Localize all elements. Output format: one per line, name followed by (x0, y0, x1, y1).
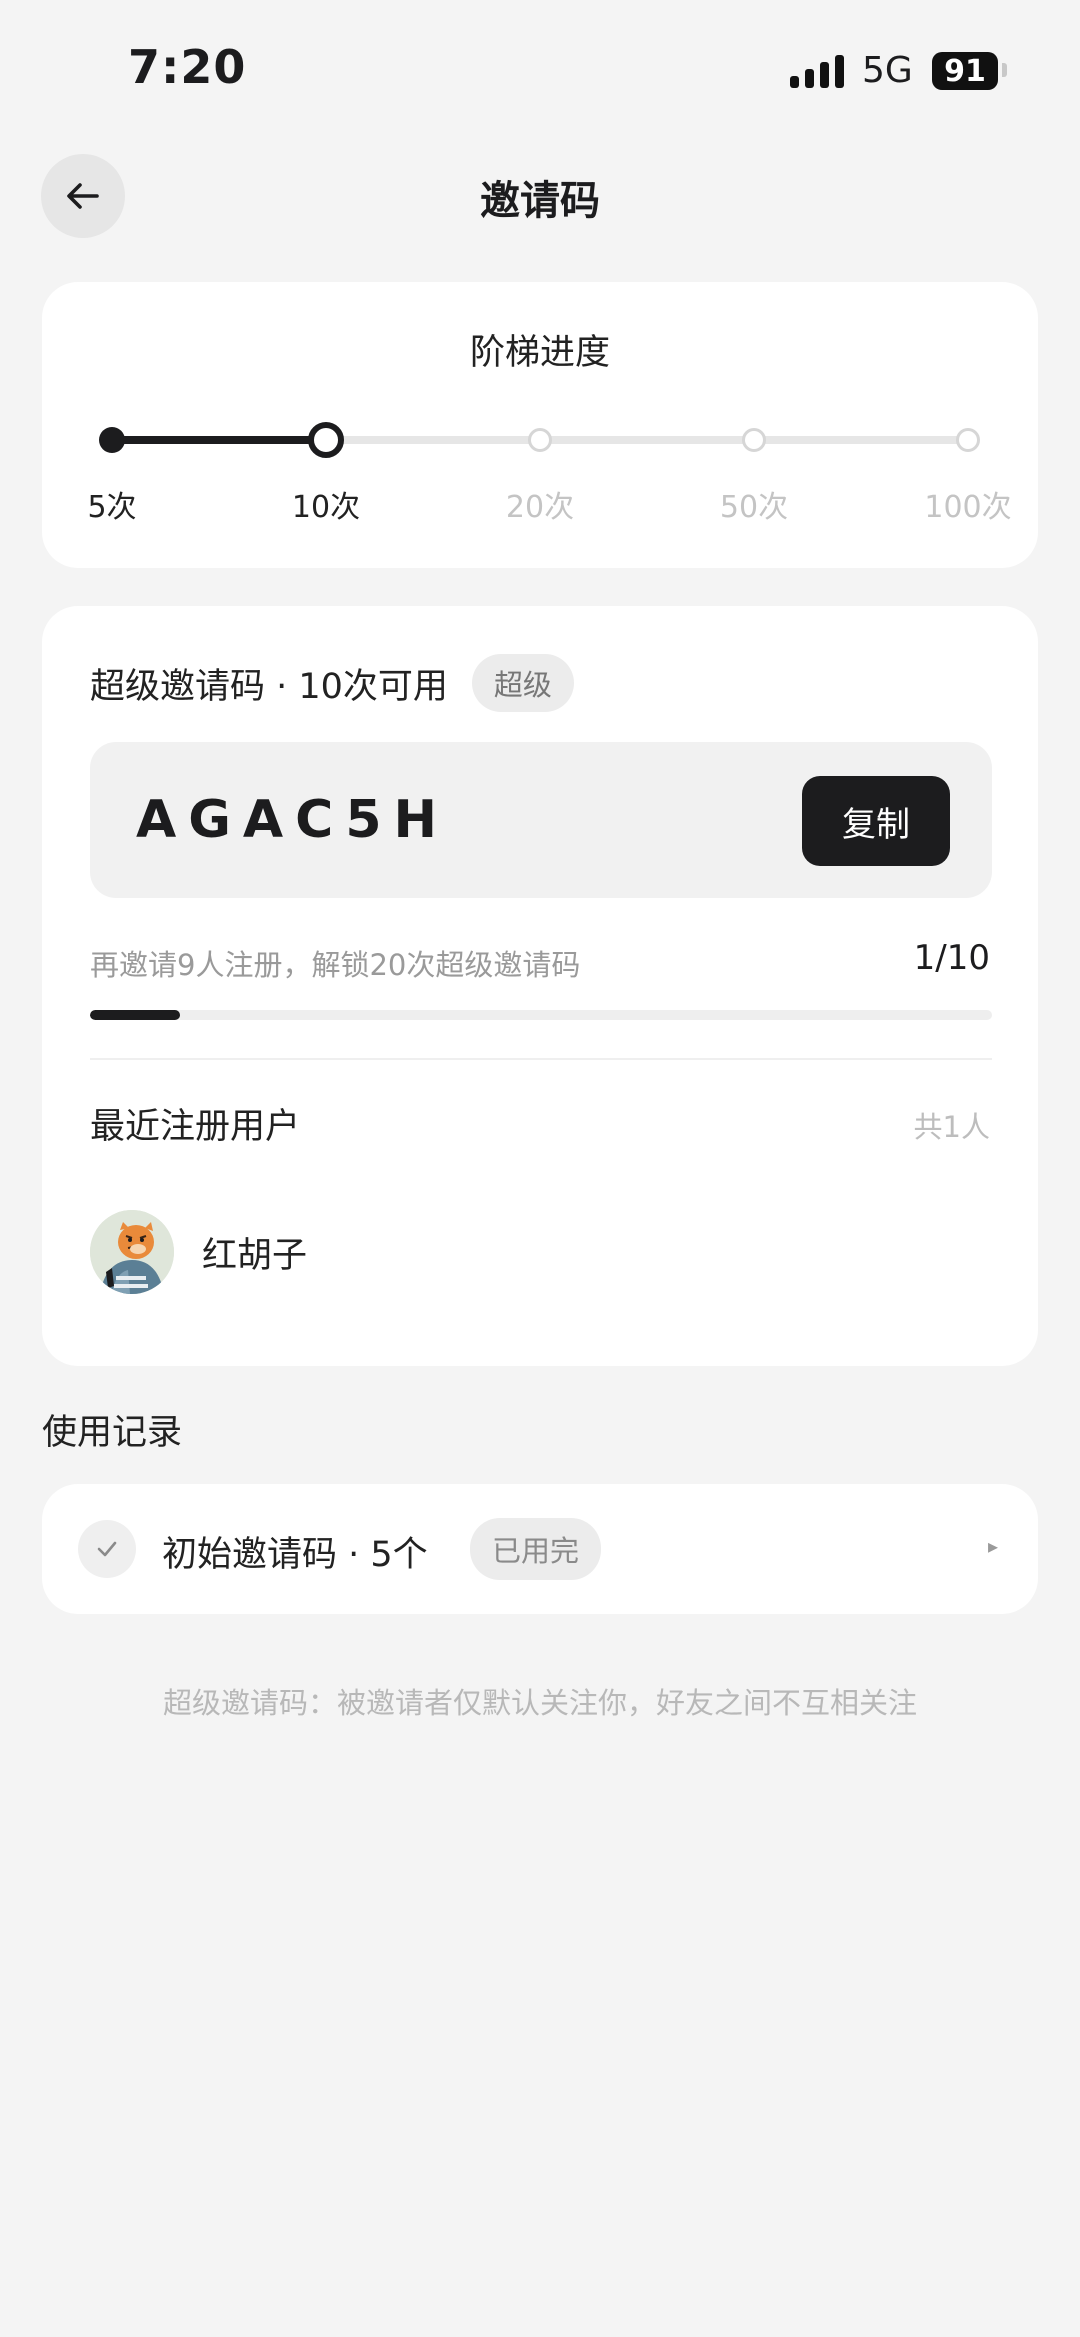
super-badge: 超级 (471, 654, 574, 712)
invite-code-card: 超级邀请码 · 10次可用 超级 AGAC5H 复制 再邀请9人注册，解锁20次… (42, 606, 1038, 1366)
invite-code-value: AGAC5H (136, 790, 450, 850)
signal-icon (790, 54, 844, 88)
recent-users-count: 共1人 (913, 1110, 990, 1144)
invite-progress-bar (90, 1010, 992, 1020)
tier-node (742, 428, 766, 452)
check-icon (78, 1520, 136, 1578)
tier-node (956, 428, 980, 452)
invite-progress-fill (90, 1010, 181, 1020)
code-heading: 超级邀请码 · 10次可用 (90, 666, 448, 707)
invite-code-screen: 7:20 5G 91 邀请码 阶梯进度 5次 10次 20次 50次 100次 超级邀请… (0, 0, 1080, 2337)
tier-label: 20次 (505, 490, 575, 525)
used-up-badge: 已用完 (470, 1518, 602, 1580)
usage-record-row[interactable]: 初始邀请码 · 5个 已用完 ▸ (42, 1484, 1038, 1614)
tier-label: 10次 (291, 490, 361, 525)
tier-node (308, 422, 344, 458)
tier-label: 5次 (87, 490, 137, 525)
usage-record-label: 初始邀请码 · 5个 (162, 1535, 428, 1575)
user-name: 红胡子 (202, 1235, 308, 1276)
tier-label: 100次 (924, 490, 1012, 525)
status-bar: 7:20 5G 91 (0, 0, 1080, 140)
tiger-avatar (90, 1210, 174, 1294)
recent-users-title: 最近注册用户 (90, 1107, 301, 1147)
chevron-right-icon[interactable]: ▸ (988, 1534, 998, 1558)
code-header: 超级邀请码 · 10次可用 超级 (90, 654, 574, 712)
tier-progress-title: 阶梯进度 (469, 333, 610, 373)
unlock-hint: 再邀请9人注册，解锁20次超级邀请码 (90, 948, 581, 982)
usage-section-title: 使用记录 (42, 1413, 183, 1453)
tier-progress-card: 阶梯进度 5次 10次 20次 50次 100次 (42, 282, 1038, 568)
page-title: 邀请码 (480, 178, 600, 224)
network-type: 5G (862, 50, 913, 91)
code-box: AGAC5H 复制 (90, 742, 992, 898)
battery-tip (1002, 63, 1007, 77)
tier-node (528, 428, 552, 452)
divider (90, 1058, 992, 1060)
progress-count: 1/10 (913, 938, 990, 978)
tier-node (99, 427, 125, 453)
copy-button[interactable]: 复制 (802, 776, 950, 866)
footnote: 超级邀请码：被邀请者仅默认关注你，好友之间不互相关注 (162, 1686, 917, 1720)
tier-track-fill (112, 436, 326, 444)
user-row[interactable]: 红胡子 (90, 1210, 307, 1294)
status-time: 7:20 (128, 40, 247, 94)
battery-icon: 91 (932, 52, 998, 90)
tier-label: 50次 (719, 490, 789, 525)
